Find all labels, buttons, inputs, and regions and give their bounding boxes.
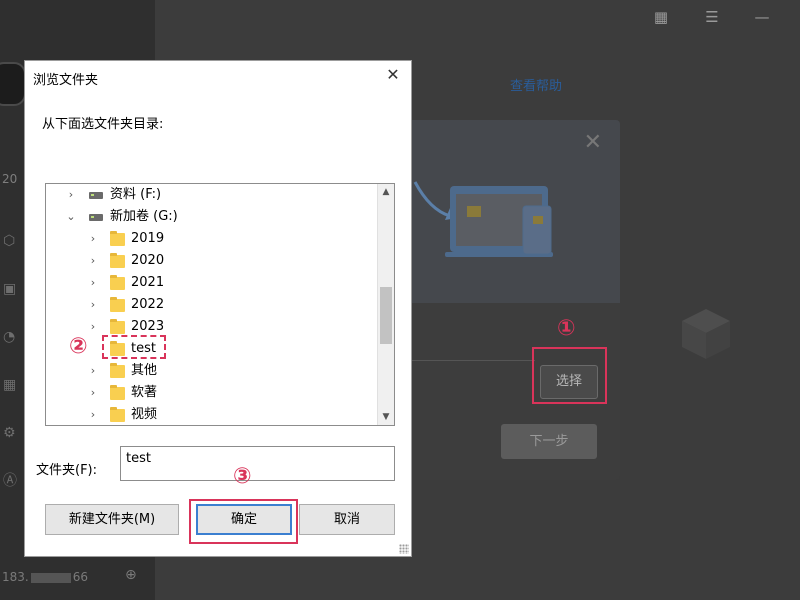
folder-icon — [110, 275, 125, 290]
tree-item-2020[interactable]: › 2020 — [46, 250, 376, 272]
folder-icon — [110, 253, 125, 268]
folder-icon — [110, 385, 125, 400]
cube-nav-icon[interactable]: ⬡ — [3, 232, 21, 250]
tree-item-software-copyright[interactable]: › 软著 — [46, 382, 376, 404]
tree-item-video[interactable]: › 视频 — [46, 404, 376, 425]
hamburger-menu-icon[interactable]: ☰ — [703, 8, 721, 26]
grid-nav-icon[interactable]: ▦ — [3, 376, 21, 394]
chevron-right-icon[interactable]: › — [87, 316, 99, 338]
chevron-right-icon[interactable]: › — [87, 360, 99, 382]
input-underline — [395, 360, 535, 361]
chevron-right-icon[interactable]: › — [65, 184, 77, 206]
chevron-right-icon[interactable]: › — [87, 272, 99, 294]
annotation-box-choose — [532, 347, 607, 404]
tree-item-2023[interactable]: › 2023 — [46, 316, 376, 338]
chart-nav-icon[interactable]: ◔ — [3, 328, 21, 346]
annotation-box-ok — [189, 499, 298, 544]
chevron-right-icon[interactable]: › — [87, 294, 99, 316]
folder-input[interactable]: test — [120, 446, 395, 481]
drive-icon — [89, 214, 103, 221]
dialog-title: 浏览文件夹 — [33, 73, 99, 88]
annotation-2: ② — [69, 334, 88, 359]
folder-icon — [110, 231, 125, 246]
minimize-icon[interactable]: — — [753, 8, 771, 26]
scroll-up-icon[interactable]: ▲ — [378, 184, 394, 200]
gear-nav-icon[interactable]: ⚙ — [3, 424, 21, 442]
folder-field-label: 文件夹(F): — [36, 463, 98, 478]
sidebar-label: 20 — [2, 172, 18, 186]
tree-item-2019[interactable]: › 2019 — [46, 228, 376, 250]
next-step-button[interactable]: 下一步 — [501, 424, 597, 459]
annotation-box-test — [102, 335, 166, 359]
cube-icon — [682, 309, 730, 359]
folder-icon — [110, 297, 125, 312]
tree-item-2021[interactable]: › 2021 — [46, 272, 376, 294]
avatar[interactable] — [0, 62, 26, 106]
tree-scrollbar[interactable]: ▲ ▼ — [377, 184, 394, 425]
folder-icon — [110, 319, 125, 334]
close-icon[interactable]: ✕ — [383, 65, 403, 85]
annotation-1: ① — [557, 316, 576, 341]
help-link[interactable]: 查看帮助 — [510, 75, 562, 94]
folder-nav-icon[interactable]: ▣ — [3, 280, 21, 298]
chevron-down-icon[interactable]: ⌄ — [65, 206, 77, 228]
chevron-right-icon[interactable]: › — [87, 404, 99, 425]
ip-address: 183. 66 — [2, 570, 88, 584]
grid-menu-icon[interactable]: ▦ — [652, 8, 670, 26]
cancel-button[interactable]: 取消 — [299, 504, 395, 535]
resize-grip[interactable] — [399, 544, 409, 554]
dialog-instruction: 从下面选文件夹目录: — [42, 117, 164, 132]
annotation-3: ③ — [233, 464, 252, 489]
tree-item-drive-g[interactable]: ⌄ 新加卷 (G:) — [46, 206, 376, 228]
chevron-right-icon[interactable]: › — [87, 382, 99, 404]
setup-dialog: ✕ 选择 下一步 — [395, 120, 620, 480]
chevron-right-icon[interactable]: › — [87, 228, 99, 250]
user-nav-icon[interactable]: Ⓐ — [3, 472, 21, 490]
tree-item-other[interactable]: › 其他 — [46, 360, 376, 382]
chevron-right-icon[interactable]: › — [87, 250, 99, 272]
tree-item-test[interactable]: test — [46, 338, 376, 360]
scroll-thumb[interactable] — [380, 287, 392, 344]
scroll-down-icon[interactable]: ▼ — [378, 409, 394, 425]
drive-icon — [89, 192, 103, 199]
folder-icon — [110, 363, 125, 378]
folder-icon — [110, 407, 125, 422]
folder-tree[interactable]: › 资料 (F:) ⌄ 新加卷 (G:) › 2019 › 2020 › 202… — [45, 183, 395, 426]
close-icon[interactable]: ✕ — [584, 130, 602, 155]
tree-item-drive-f[interactable]: › 资料 (F:) — [46, 184, 376, 206]
tree-item-2022[interactable]: › 2022 — [46, 294, 376, 316]
zoom-icon[interactable]: ⊕ — [125, 567, 137, 583]
new-folder-button[interactable]: 新建文件夹(M) — [45, 504, 179, 535]
browse-folder-dialog: 浏览文件夹 ✕ 从下面选文件夹目录: › 资料 (F:) ⌄ 新加卷 (G:) … — [24, 60, 412, 557]
